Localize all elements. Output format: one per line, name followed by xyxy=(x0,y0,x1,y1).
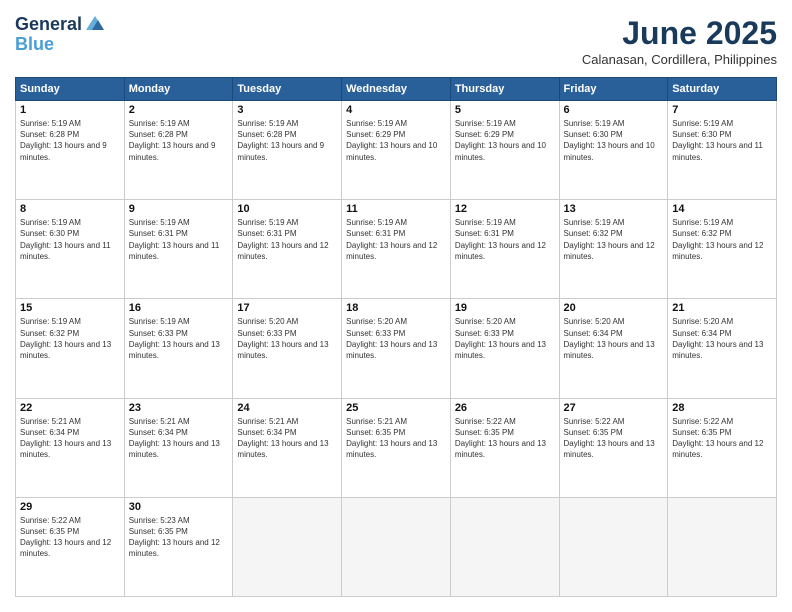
day-17: 17 Sunrise: 5:20 AMSunset: 6:33 PMDaylig… xyxy=(233,299,342,398)
day-23: 23 Sunrise: 5:21 AMSunset: 6:34 PMDaylig… xyxy=(124,398,233,497)
col-wednesday: Wednesday xyxy=(342,78,451,101)
day-1: 1 Sunrise: 5:19 AMSunset: 6:28 PMDayligh… xyxy=(16,101,125,200)
day-29: 29 Sunrise: 5:22 AMSunset: 6:35 PMDaylig… xyxy=(16,497,125,596)
day-25: 25 Sunrise: 5:21 AMSunset: 6:35 PMDaylig… xyxy=(342,398,451,497)
month-year: June 2025 xyxy=(582,15,777,52)
day-13: 13 Sunrise: 5:19 AMSunset: 6:32 PMDaylig… xyxy=(559,200,668,299)
calendar-table: Sunday Monday Tuesday Wednesday Thursday… xyxy=(15,77,777,597)
logo-text-blue: Blue xyxy=(15,35,54,55)
col-tuesday: Tuesday xyxy=(233,78,342,101)
col-sunday: Sunday xyxy=(16,78,125,101)
header: General Blue June 2025 Calanasan, Cordil… xyxy=(15,15,777,67)
day-27: 27 Sunrise: 5:22 AMSunset: 6:35 PMDaylig… xyxy=(559,398,668,497)
page: General Blue June 2025 Calanasan, Cordil… xyxy=(0,0,792,612)
day-20: 20 Sunrise: 5:20 AMSunset: 6:34 PMDaylig… xyxy=(559,299,668,398)
day-24: 24 Sunrise: 5:21 AMSunset: 6:34 PMDaylig… xyxy=(233,398,342,497)
empty-cell-1 xyxy=(233,497,342,596)
day-12: 12 Sunrise: 5:19 AMSunset: 6:31 PMDaylig… xyxy=(450,200,559,299)
day-28: 28 Sunrise: 5:22 AMSunset: 6:35 PMDaylig… xyxy=(668,398,777,497)
empty-cell-2 xyxy=(342,497,451,596)
day-19: 19 Sunrise: 5:20 AMSunset: 6:33 PMDaylig… xyxy=(450,299,559,398)
logo: General Blue xyxy=(15,15,106,55)
week-row-2: 8 Sunrise: 5:19 AMSunset: 6:30 PMDayligh… xyxy=(16,200,777,299)
day-30: 30 Sunrise: 5:23 AMSunset: 6:35 PMDaylig… xyxy=(124,497,233,596)
day-2: 2 Sunrise: 5:19 AMSunset: 6:28 PMDayligh… xyxy=(124,101,233,200)
day-7: 7 Sunrise: 5:19 AMSunset: 6:30 PMDayligh… xyxy=(668,101,777,200)
week-row-3: 15 Sunrise: 5:19 AMSunset: 6:32 PMDaylig… xyxy=(16,299,777,398)
day-15: 15 Sunrise: 5:19 AMSunset: 6:32 PMDaylig… xyxy=(16,299,125,398)
day-3: 3 Sunrise: 5:19 AMSunset: 6:28 PMDayligh… xyxy=(233,101,342,200)
day-22: 22 Sunrise: 5:21 AMSunset: 6:34 PMDaylig… xyxy=(16,398,125,497)
empty-cell-4 xyxy=(559,497,668,596)
title-block: June 2025 Calanasan, Cordillera, Philipp… xyxy=(582,15,777,67)
col-friday: Friday xyxy=(559,78,668,101)
day-6: 6 Sunrise: 5:19 AMSunset: 6:30 PMDayligh… xyxy=(559,101,668,200)
col-monday: Monday xyxy=(124,78,233,101)
day-16: 16 Sunrise: 5:19 AMSunset: 6:33 PMDaylig… xyxy=(124,299,233,398)
empty-cell-3 xyxy=(450,497,559,596)
day-5: 5 Sunrise: 5:19 AMSunset: 6:29 PMDayligh… xyxy=(450,101,559,200)
day-4: 4 Sunrise: 5:19 AMSunset: 6:29 PMDayligh… xyxy=(342,101,451,200)
day-10: 10 Sunrise: 5:19 AMSunset: 6:31 PMDaylig… xyxy=(233,200,342,299)
location: Calanasan, Cordillera, Philippines xyxy=(582,52,777,67)
day-18: 18 Sunrise: 5:20 AMSunset: 6:33 PMDaylig… xyxy=(342,299,451,398)
day-8: 8 Sunrise: 5:19 AMSunset: 6:30 PMDayligh… xyxy=(16,200,125,299)
day-14: 14 Sunrise: 5:19 AMSunset: 6:32 PMDaylig… xyxy=(668,200,777,299)
day-26: 26 Sunrise: 5:22 AMSunset: 6:35 PMDaylig… xyxy=(450,398,559,497)
col-thursday: Thursday xyxy=(450,78,559,101)
logo-text: General xyxy=(15,15,82,35)
day-21: 21 Sunrise: 5:20 AMSunset: 6:34 PMDaylig… xyxy=(668,299,777,398)
week-row-5: 29 Sunrise: 5:22 AMSunset: 6:35 PMDaylig… xyxy=(16,497,777,596)
logo-icon xyxy=(84,14,106,32)
empty-cell-5 xyxy=(668,497,777,596)
day-11: 11 Sunrise: 5:19 AMSunset: 6:31 PMDaylig… xyxy=(342,200,451,299)
week-row-1: 1 Sunrise: 5:19 AMSunset: 6:28 PMDayligh… xyxy=(16,101,777,200)
week-row-4: 22 Sunrise: 5:21 AMSunset: 6:34 PMDaylig… xyxy=(16,398,777,497)
col-saturday: Saturday xyxy=(668,78,777,101)
day-9: 9 Sunrise: 5:19 AMSunset: 6:31 PMDayligh… xyxy=(124,200,233,299)
